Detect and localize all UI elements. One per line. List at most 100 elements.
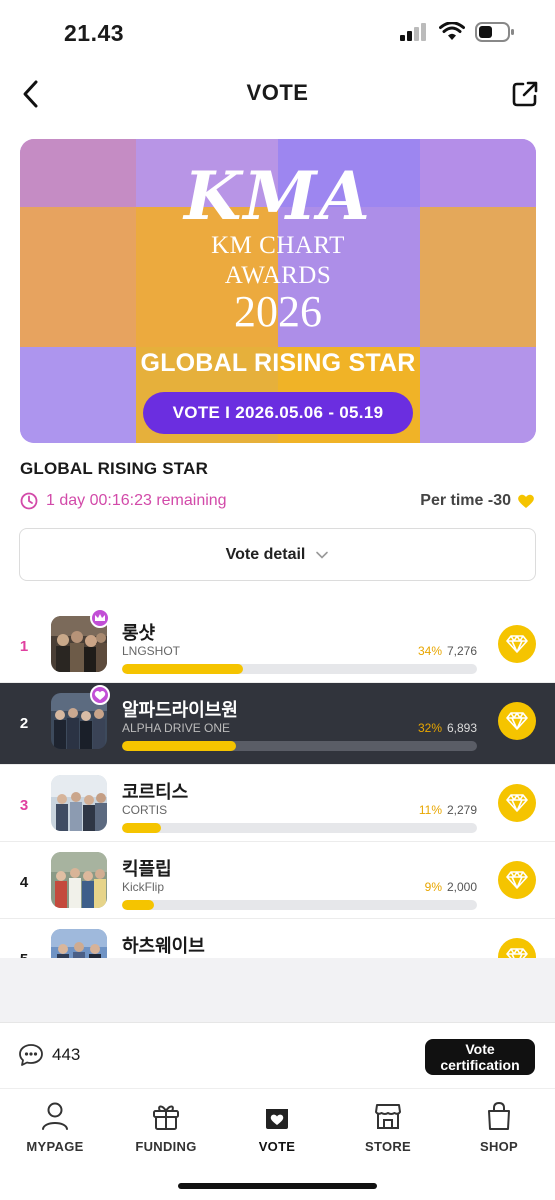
cert-label-line2: certification [440,1057,520,1073]
vote-count: 6,893 [446,721,477,735]
banner-year: 2026 [234,287,322,336]
vote-detail-button[interactable]: Vote detail [19,528,536,581]
vote-button[interactable] [498,861,536,899]
ranking-row[interactable]: 4 킥플립 KickFlip 9% 2,000 [0,842,555,919]
nav-store-label: STORE [364,1139,412,1154]
banner-category: GLOBAL RISING STAR [140,349,416,377]
yellow-heart-icon [518,494,534,508]
wifi-icon [439,21,465,47]
artist-name: 코르티스 [122,782,189,803]
event-banner[interactable]: KMA KM CHART AWARDS 2026 GLOBAL RISING S… [20,139,536,443]
nav-funding[interactable]: FUNDING [116,1099,216,1154]
nav-vote[interactable]: VOTE [227,1099,327,1154]
vote-count: 2,000 [446,880,477,894]
banner-logo: KMA [184,157,372,235]
time-remaining: 1 day 00:16:23 remaining [20,492,227,510]
diamond-vote-icon [506,635,528,653]
vote-button[interactable] [498,784,536,822]
banner-subtitle-2: AWARDS [224,262,332,289]
vote-button[interactable] [498,938,536,958]
heart-icon [94,690,106,700]
nav-mypage-label: MYPAGE [26,1139,84,1154]
heart-badge [90,685,110,705]
vote-count: 2,279 [446,803,477,817]
vote-progress-bar [122,900,477,910]
artist-name: 알파드라이브원 [122,700,238,721]
nav-shop-label: SHOP [479,1139,519,1154]
vote-progress-bar [122,741,477,751]
comment-bar: 443 Vote certification [0,1022,555,1088]
chat-bubble-icon [19,1044,43,1066]
ranking-row[interactable]: 1 롱샷 LNGSHOT 34% 7,276 [0,606,555,683]
nav-vote-label: VOTE [258,1139,296,1154]
status-time: 21.43 [64,20,125,46]
vote-certification-button[interactable]: Vote certification [425,1039,535,1075]
clock-icon [20,492,38,510]
shopping-bag-icon [488,1101,510,1130]
vote-percent: 9% [424,880,442,894]
ranking-row-highlighted[interactable]: 2 알파드라이브원 ALPHA DRIVE ONE 32% 6,893 [0,683,555,765]
per-time-text: Per time -30 [420,492,511,509]
comment-button[interactable]: 443 [18,1043,80,1067]
chevron-down-icon [316,551,329,559]
rank-number: 1 [19,638,29,655]
artist-subname: CORTIS [122,803,168,817]
header: VOTE [0,66,555,122]
cert-label-line1: Vote [465,1041,495,1057]
crown-badge [90,608,110,628]
ranking-list: 1 롱샷 LNGSHOT 34% 7,276 2 알파드라이브원 ALPHA D… [0,606,555,958]
vote-button[interactable] [498,625,536,663]
vote-percent: 32% [417,721,442,735]
diamond-vote-icon [506,871,528,889]
artist-name: 하츠웨이브 [122,936,205,957]
signal-icon [399,23,429,46]
vote-detail-label: Vote detail [225,545,306,563]
diamond-vote-icon [506,712,528,730]
ranking-row[interactable]: 5 하츠웨이브 [0,919,555,958]
vote-box-icon [266,1109,288,1129]
artist-name: 킥플립 [122,859,172,880]
share-icon [512,81,538,107]
comment-count: 443 [52,1045,81,1064]
share-button[interactable] [509,78,541,110]
store-icon [375,1104,401,1129]
artist-thumbnail [51,775,107,831]
category-title: GLOBAL RISING STAR [20,459,209,478]
rank-number: 3 [19,797,29,814]
vote-percent: 34% [417,644,442,658]
banner-vote-period: VOTE I 2026.05.06 - 05.19 [142,392,414,434]
rank-number: 4 [19,874,29,891]
ranking-row[interactable]: 3 코르티스 CORTIS 11% 2,279 [0,765,555,842]
vote-progress-bar [122,823,477,833]
time-remaining-text: 1 day 00:16:23 remaining [46,492,227,509]
nav-store[interactable]: STORE [338,1099,438,1154]
home-indicator [178,1183,377,1189]
crown-icon [95,614,105,621]
diamond-vote-icon [506,794,528,812]
artist-name: 롱샷 [122,623,156,644]
artist-subname: ALPHA DRIVE ONE [122,721,231,735]
battery-icon [475,22,515,47]
vote-button[interactable] [498,702,536,740]
status-bar: 21.43 [0,0,555,62]
vote-count: 7,276 [446,644,477,658]
artist-subname: LNGSHOT [122,644,181,658]
artist-subname: KickFlip [122,880,165,894]
vote-percent: 11% [418,803,442,817]
nav-mypage[interactable]: MYPAGE [5,1099,105,1154]
rank-number: 2 [19,715,29,732]
banner-subtitle-1: KM CHART [211,232,345,259]
rank-number: 5 [14,951,34,958]
per-time: Per time -30 [420,492,535,510]
vote-progress-bar [122,664,477,674]
artist-thumbnail [51,929,107,958]
artist-thumbnail [51,852,107,908]
status-icons [399,21,515,47]
diamond-vote-icon [506,948,528,958]
person-icon [42,1102,68,1130]
list-fade-area [0,958,555,1022]
gift-icon [153,1105,179,1130]
nav-shop[interactable]: SHOP [449,1099,549,1154]
page-title: VOTE [246,80,309,105]
nav-funding-label: FUNDING [135,1139,197,1154]
